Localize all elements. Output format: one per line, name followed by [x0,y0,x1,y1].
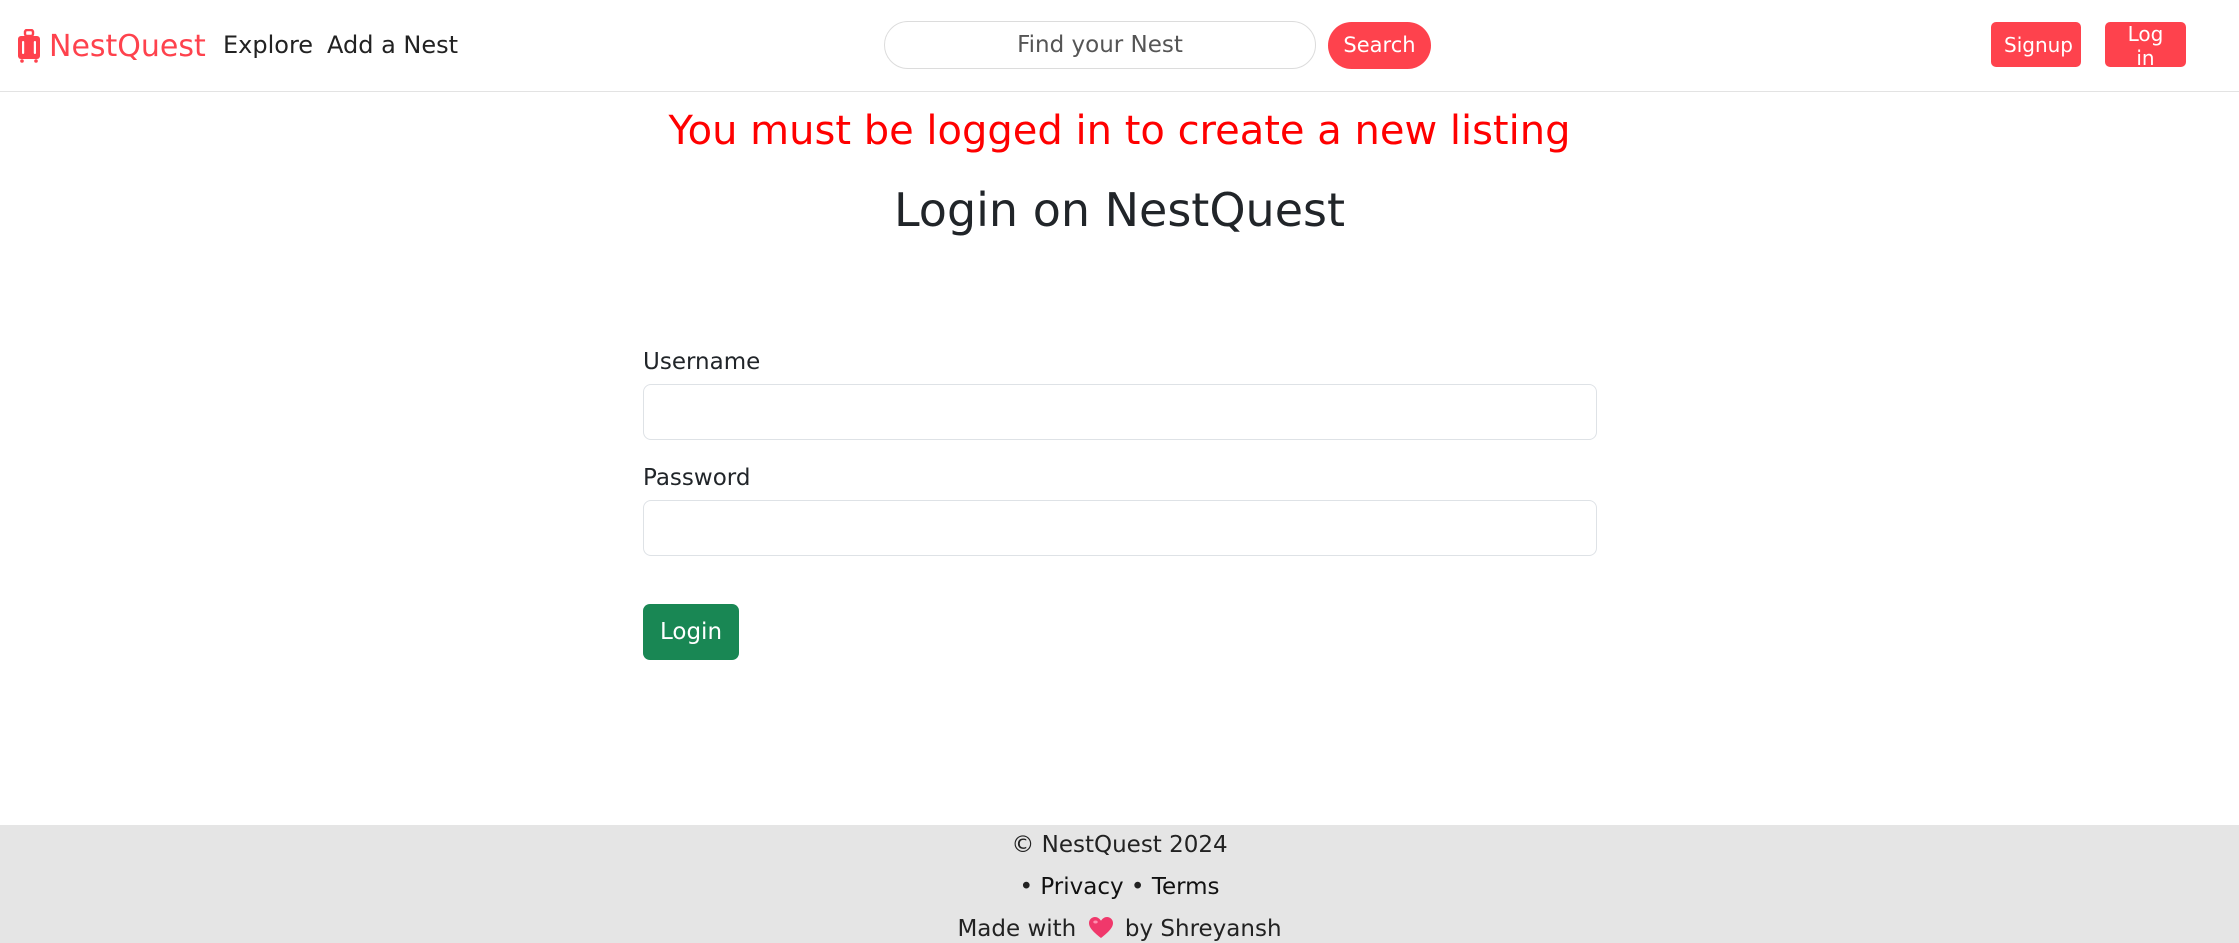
footer-made-with: Made with by Shreyansh [0,913,2239,943]
suitcase-icon [18,29,40,63]
search-input[interactable] [884,21,1316,69]
password-input[interactable] [643,500,1597,556]
terms-link[interactable]: Terms [1152,874,1220,900]
footer: © NestQuest 2024 • Privacy • Terms Made … [0,825,2239,943]
footer-links: • Privacy • Terms [0,871,2239,903]
footer-bullet: • [1019,874,1034,900]
username-label: Username [643,349,761,375]
login-nav-button[interactable]: Log in [2105,22,2186,70]
flash-error-message: You must be logged in to create a new li… [668,108,1571,154]
heart-icon [1088,917,1113,938]
signup-button[interactable]: Signup [1991,22,2081,67]
username-input[interactable] [643,384,1597,440]
page-title: Login on NestQuest [893,183,1345,237]
nav-add-nest-link[interactable]: Add a Nest [327,28,458,62]
search-form: Search [884,21,1431,69]
login-form: Username Password Login [643,344,1597,660]
login-submit-button[interactable]: Login [643,604,739,660]
password-group: Password [643,460,1597,556]
brand-link[interactable]: NestQuest [17,26,206,66]
nav-explore-link[interactable]: Explore [223,28,313,62]
footer-bullet: • [1130,874,1145,900]
author-text: by Shreyansh [1124,916,1282,942]
made-with-text: Made with [957,916,1077,942]
password-label: Password [643,465,751,491]
username-group: Username [643,344,1597,440]
navbar: NestQuest Explore Add a Nest Search Sign… [0,0,2239,92]
brand-name: NestQuest [49,28,206,64]
privacy-link[interactable]: Privacy [1040,874,1123,900]
search-button[interactable]: Search [1328,21,1431,69]
footer-copyright: © NestQuest 2024 [1011,832,1228,858]
